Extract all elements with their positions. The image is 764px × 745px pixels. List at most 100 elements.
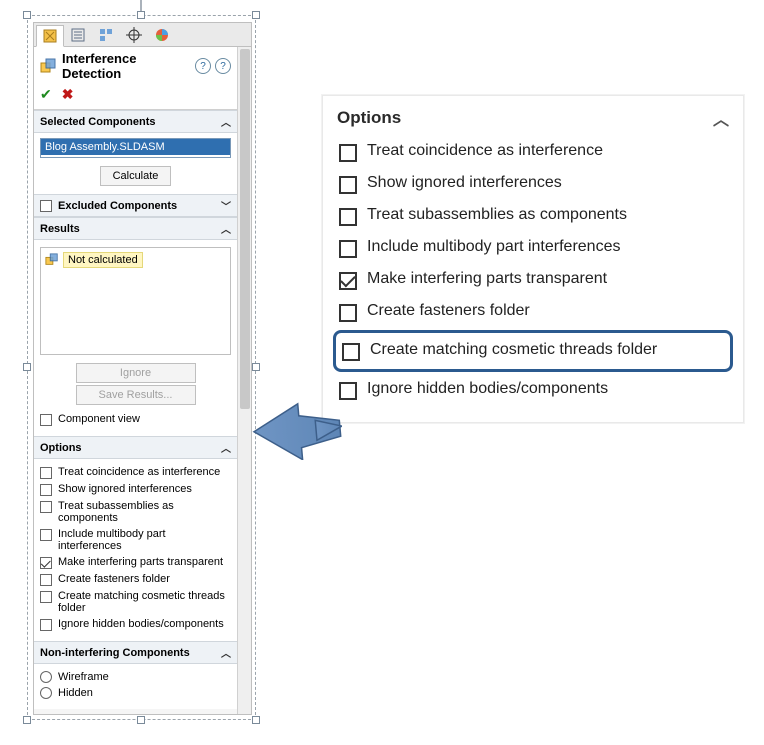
resize-handle-nw[interactable] xyxy=(23,11,31,19)
option-checkbox[interactable] xyxy=(40,529,52,541)
panel-tabstrip xyxy=(34,23,251,47)
resize-handle-sw[interactable] xyxy=(23,716,31,724)
chevron-up-icon: ︿ xyxy=(221,645,231,660)
vertical-scrollbar[interactable] xyxy=(237,47,251,714)
section-selected-components[interactable]: Selected Components ︿ xyxy=(34,110,237,133)
panel-title: Interference Detection xyxy=(62,51,195,81)
component-view-label: Component view xyxy=(58,413,140,425)
option-label: Treat coincidence as interference xyxy=(367,142,603,160)
chevron-down-icon: ﹀ xyxy=(221,198,231,213)
tab-crosshair[interactable] xyxy=(120,24,148,46)
option-label: Create fasteners folder xyxy=(367,302,530,320)
component-view-checkbox[interactable] xyxy=(40,414,52,426)
radio-label: Wireframe xyxy=(58,671,109,683)
cancel-button[interactable]: ✖ xyxy=(62,86,74,103)
option-checkbox[interactable] xyxy=(339,208,357,226)
option-checkbox[interactable] xyxy=(40,591,52,603)
option-label: Treat subassemblies as components xyxy=(58,500,231,524)
option-checkbox[interactable] xyxy=(40,484,52,496)
option-row: Include multibody part interferences xyxy=(40,526,231,554)
option-label: Ignore hidden bodies/components xyxy=(367,380,608,398)
section-heading: Excluded Components xyxy=(58,200,177,212)
resize-handle-e[interactable] xyxy=(252,363,260,371)
option-label: Include multibody part interferences xyxy=(58,528,231,552)
option-row: Create fasteners folder xyxy=(337,296,729,328)
section-options[interactable]: Options ︿ xyxy=(34,436,237,459)
rotation-handle[interactable] xyxy=(140,0,142,11)
selected-component-item[interactable]: Blog Assembly.SLDASM xyxy=(41,139,230,155)
selected-components-list[interactable]: Blog Assembly.SLDASM xyxy=(40,138,231,158)
options-callout-panel: Options ︿ Treat coincidence as interfere… xyxy=(322,95,744,423)
option-checkbox[interactable] xyxy=(339,144,357,162)
section-excluded-components[interactable]: Excluded Components ﹀ xyxy=(34,194,237,217)
option-row: Make interfering parts transparent xyxy=(40,554,231,571)
option-checkbox[interactable] xyxy=(40,557,52,569)
option-checkbox[interactable] xyxy=(40,501,52,513)
option-checkbox[interactable] xyxy=(339,272,357,290)
option-row: Show ignored interferences xyxy=(337,168,729,200)
option-label: Ignore hidden bodies/components xyxy=(58,618,224,630)
selected-components-body: Blog Assembly.SLDASM Calculate xyxy=(34,133,237,194)
option-label: Make interfering parts transparent xyxy=(58,556,223,568)
option-label: Create matching cosmetic threads folder xyxy=(58,590,231,614)
option-row: Treat subassemblies as components xyxy=(337,200,729,232)
resize-handle-s[interactable] xyxy=(137,716,145,724)
section-heading: Options xyxy=(40,442,82,454)
option-checkbox[interactable] xyxy=(40,467,52,479)
option-row: Include multibody part interferences xyxy=(337,232,729,264)
option-checkbox[interactable] xyxy=(40,619,52,631)
option-checkbox[interactable] xyxy=(339,240,357,258)
section-heading: Results xyxy=(40,223,80,235)
chevron-up-icon: ︿ xyxy=(713,106,729,130)
interference-detection-icon xyxy=(40,58,56,74)
option-row: Create matching cosmetic threads folder xyxy=(40,588,231,616)
option-row: Create matching cosmetic threads folder xyxy=(340,335,726,367)
chevron-up-icon: ︿ xyxy=(221,114,231,129)
option-checkbox[interactable] xyxy=(342,343,360,361)
resize-handle-n[interactable] xyxy=(137,11,145,19)
property-manager-panel: Interference Detection ? ? ✔ ✖ Selected … xyxy=(33,22,252,715)
option-row: Treat coincidence as interference xyxy=(337,136,729,168)
option-label: Treat coincidence as interference xyxy=(58,466,220,478)
ok-button[interactable]: ✔ xyxy=(40,86,52,103)
radio-button[interactable] xyxy=(40,687,52,699)
option-checkbox[interactable] xyxy=(339,176,357,194)
option-label: Show ignored interferences xyxy=(58,483,192,495)
noninterfering-body: WireframeHidden xyxy=(34,664,237,709)
option-label: Create fasteners folder xyxy=(58,573,170,585)
results-list[interactable]: Not calculated xyxy=(40,247,231,355)
tab-properties[interactable] xyxy=(64,24,92,46)
help-online-button[interactable]: ? xyxy=(215,58,231,74)
not-calculated-icon xyxy=(45,253,59,267)
panel-title-row: Interference Detection ? ? xyxy=(34,47,237,83)
panel-scroll-area: Interference Detection ? ? ✔ ✖ Selected … xyxy=(34,47,237,714)
option-checkbox[interactable] xyxy=(339,382,357,400)
calculate-button[interactable]: Calculate xyxy=(100,166,172,186)
radio-button[interactable] xyxy=(40,671,52,683)
options-body: Treat coincidence as interference Show ig… xyxy=(34,459,237,641)
tab-configurations[interactable] xyxy=(92,24,120,46)
option-row: Create fasteners folder xyxy=(40,571,231,588)
noninterfering-option: Wireframe xyxy=(40,669,231,685)
tab-appearance[interactable] xyxy=(148,24,176,46)
confirm-row: ✔ ✖ xyxy=(34,83,237,110)
section-results[interactable]: Results ︿ xyxy=(34,217,237,240)
ignore-button: Ignore xyxy=(76,363,196,383)
resize-handle-w[interactable] xyxy=(23,363,31,371)
excluded-checkbox[interactable] xyxy=(40,200,52,212)
chevron-up-icon: ︿ xyxy=(221,221,231,236)
resize-handle-se[interactable] xyxy=(252,716,260,724)
results-body: Not calculated Ignore Save Results... Co… xyxy=(34,240,237,436)
scrollbar-thumb[interactable] xyxy=(240,49,250,409)
section-heading: Non-interfering Components xyxy=(40,647,190,659)
resize-handle-ne[interactable] xyxy=(252,11,260,19)
help-button[interactable]: ? xyxy=(195,58,211,74)
highlighted-option: Create matching cosmetic threads folder xyxy=(333,330,733,372)
section-noninterfering[interactable]: Non-interfering Components ︿ xyxy=(34,641,237,664)
option-label: Show ignored interferences xyxy=(367,174,562,192)
option-row: Treat subassemblies as components xyxy=(40,498,231,526)
not-calculated-label: Not calculated xyxy=(63,252,143,268)
tab-feature-tree[interactable] xyxy=(36,25,64,47)
option-checkbox[interactable] xyxy=(40,574,52,586)
option-checkbox[interactable] xyxy=(339,304,357,322)
